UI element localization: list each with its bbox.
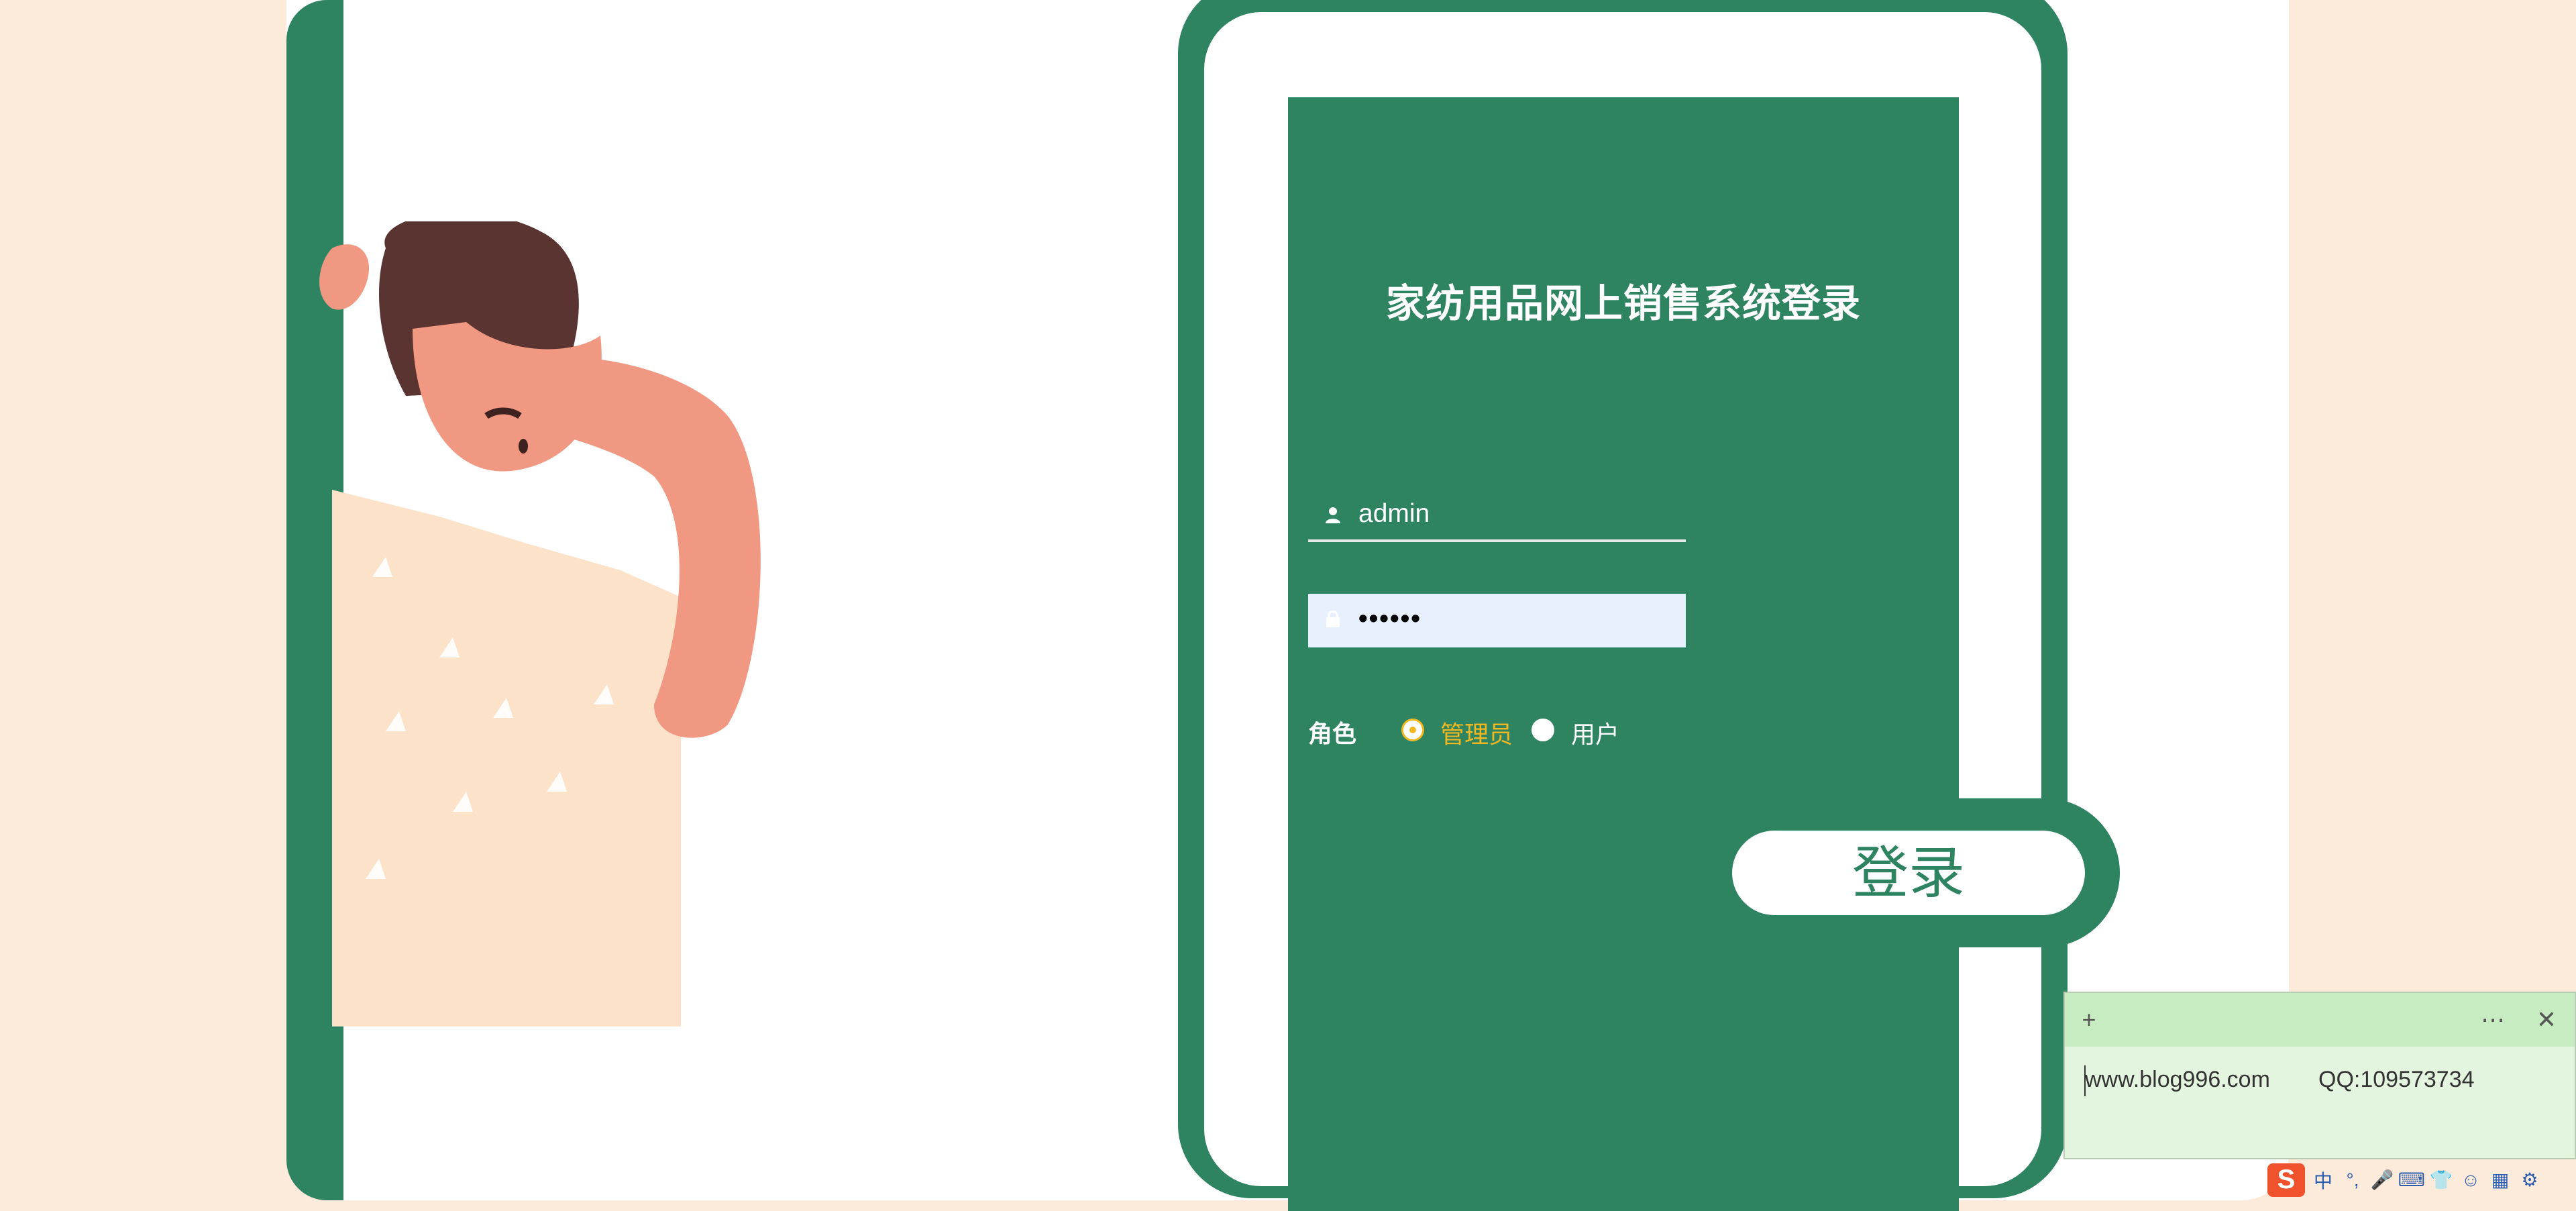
user-icon [1326, 507, 1340, 523]
radio-admin-label[interactable]: 管理员 [1440, 715, 1513, 750]
lock-icon [1326, 611, 1340, 627]
toolbox-icon[interactable]: ▦ [2489, 1169, 2512, 1192]
radio-user-label[interactable]: 用户 [1571, 715, 1619, 750]
sticky-note: + ⋯ ✕ www.blog996.com QQ:109573734 [2063, 992, 2576, 1159]
username-field[interactable]: admin [1308, 490, 1686, 542]
ime-mode-indicator[interactable]: 中 [2312, 1169, 2334, 1192]
password-value[interactable]: •••••• [1358, 604, 1421, 634]
more-icon[interactable]: ⋯ [2481, 1008, 2505, 1032]
note-line-qq[interactable]: QQ:109573734 [2318, 1067, 2475, 1093]
man-illustration [319, 221, 761, 1026]
login-button[interactable]: 登录 [1732, 831, 2085, 915]
radio-admin[interactable] [1401, 719, 1424, 741]
password-field[interactable]: •••••• [1308, 594, 1686, 647]
assistant-icon[interactable]: ☺ [2459, 1169, 2482, 1192]
page-title: 家纺用品网上销售系统登录 [1385, 282, 1861, 325]
add-note-icon[interactable]: + [2077, 1008, 2101, 1032]
sogou-ime-icon[interactable]: S [2267, 1163, 2305, 1197]
role-label: 角色 [1308, 720, 1357, 747]
username-value[interactable]: admin [1358, 499, 1430, 529]
microphone-icon[interactable]: 🎤 [2371, 1169, 2394, 1192]
skin-icon[interactable]: 👕 [2430, 1169, 2453, 1192]
system-tray: S 中 °, 🎤 ⌨ 👕 ☺ ▦ ⚙ [2267, 1159, 2576, 1200]
settings-icon[interactable]: ⚙ [2518, 1169, 2541, 1192]
keyboard-icon[interactable]: ⌨ [2398, 1169, 2425, 1192]
login-panel [1288, 97, 1959, 1211]
close-icon[interactable]: ✕ [2534, 1008, 2559, 1032]
punctuation-icon[interactable]: °, [2341, 1169, 2364, 1192]
note-line-website[interactable]: www.blog996.com [2085, 1067, 2270, 1093]
radio-user[interactable] [1532, 719, 1554, 741]
